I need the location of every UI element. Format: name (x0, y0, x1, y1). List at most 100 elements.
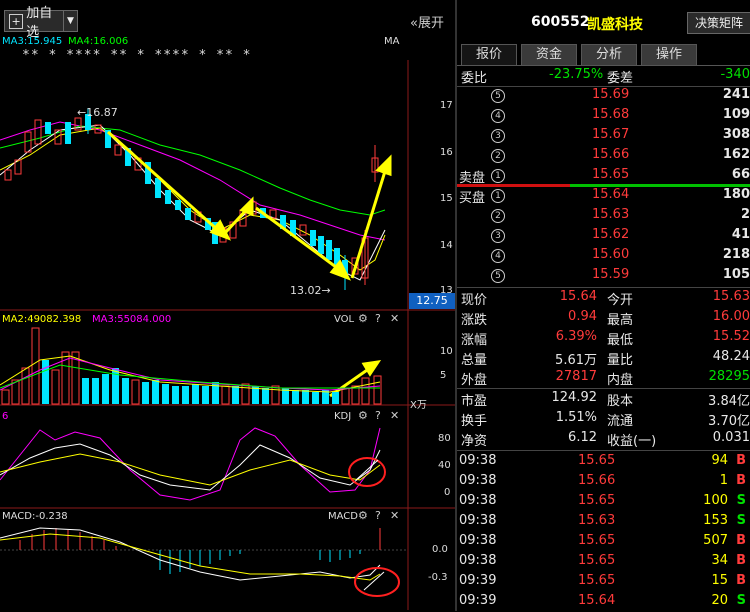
bid-row[interactable]: 4 15.60 218 (457, 246, 750, 266)
close-icon[interactable]: ✕ (390, 312, 399, 325)
tick-price: 15.65 (578, 533, 616, 548)
tab-funds[interactable]: 资金 (521, 44, 577, 66)
kdj-j-line (0, 427, 381, 501)
gear-icon[interactable]: ⚙ (358, 312, 368, 325)
bid-price: 15.63 (592, 207, 630, 222)
volume-bars (1, 327, 382, 405)
trade-tick-row: 09:38 15.65 94 B (457, 452, 750, 472)
expand-label: 展开 (417, 16, 444, 31)
close-icon[interactable]: ✕ (390, 409, 399, 422)
tick-time: 09:39 (459, 573, 497, 588)
level-circle-icon: 2 (491, 149, 505, 163)
tick-volume: 34 (711, 553, 728, 568)
ask-row[interactable]: 3 15.67 308 (457, 126, 750, 146)
vol-ma2-line (0, 355, 381, 393)
price-tick: 17 (440, 100, 453, 111)
stat-label: 收益(一) (607, 434, 657, 449)
stock-code: 600552 (531, 14, 590, 30)
kline-chart-svg (0, 60, 455, 610)
tick-side: B (736, 473, 746, 488)
kdj-tick: 80 (438, 433, 451, 444)
add-watchlist-button[interactable]: + 加自选 ▼ (4, 6, 78, 40)
tab-analysis[interactable]: 分析 (581, 44, 637, 66)
ask-row[interactable]: 5 15.69 241 (457, 86, 750, 106)
kdj-k-line (0, 443, 381, 491)
tick-price: 15.65 (578, 553, 616, 568)
ask-volume: 162 (722, 147, 750, 162)
stat-label: 换手 (461, 414, 488, 429)
tick-price: 15.65 (578, 453, 616, 468)
stat-row: 总量 5.61万 量比 48.24 (457, 348, 750, 368)
vol-ma3-line (0, 357, 381, 391)
high-price-note: ←16.87 (77, 106, 118, 119)
close-icon[interactable]: ✕ (390, 509, 399, 522)
stat-value: 27817 (555, 369, 597, 384)
kdj-value-label: 6 (2, 411, 9, 422)
quote-panel: 600552 凯盛科技 决策矩阵 报价 资金 分析 操作 委比 -23.75% … (457, 0, 750, 611)
vol-indicator-name[interactable]: VOL (334, 314, 354, 325)
ask-price: 15.68 (592, 107, 630, 122)
bid-row[interactable]: 2 15.63 2 (457, 206, 750, 226)
stat-value: 16.00 (712, 309, 750, 324)
vol-ma2-label: MA2:49082.398 (2, 314, 82, 325)
ask-volume: 241 (722, 87, 750, 102)
help-icon[interactable]: ? (375, 509, 381, 522)
bid-row[interactable]: 5 15.59 105 (457, 266, 750, 286)
ask-row[interactable]: 4 15.68 109 (457, 106, 750, 126)
decision-matrix-button[interactable]: 决策矩阵 (687, 12, 750, 34)
stat-label: 涨跌 (461, 313, 488, 328)
stat-label: 最低 (607, 333, 634, 348)
stat-value: 6.12 (568, 430, 597, 445)
tick-time: 09:38 (459, 553, 497, 568)
stat-value: 124.92 (551, 390, 598, 405)
current-price-tag: 12.75 (409, 293, 455, 309)
macd-indicator-name[interactable]: MACD (328, 511, 358, 522)
level-circle-icon: 4 (491, 109, 505, 123)
gear-icon[interactable]: ⚙ (358, 409, 368, 422)
kdj-indicator-name[interactable]: KDJ (334, 411, 351, 422)
stat-value: 3.70亿 (708, 414, 750, 429)
bid-volume: 105 (722, 267, 750, 282)
tab-quote[interactable]: 报价 (461, 44, 517, 66)
macd-highlight-circle (354, 567, 400, 597)
divider (457, 450, 750, 451)
trade-tick-row: 09:39 15.64 20 S (457, 592, 750, 612)
kdj-tick: 0 (444, 487, 451, 498)
double-chevron-left-icon: « (410, 16, 418, 31)
kdj-tick: 40 (438, 460, 451, 471)
bid-row[interactable]: 1 15.64 180 (457, 186, 750, 206)
bid-volume: 218 (722, 247, 750, 262)
plus-icon: + (9, 13, 24, 29)
chart-area[interactable]: + 加自选 ▼ «展开 MA3:15.945 MA4:16.006 MA ** … (0, 0, 455, 611)
trade-tick-row: 09:38 15.65 507 B (457, 532, 750, 552)
help-icon[interactable]: ? (375, 312, 381, 325)
tick-side: B (736, 453, 746, 468)
add-watchlist-label: 加自选 (26, 6, 53, 40)
chevron-down-icon[interactable]: ▼ (62, 11, 77, 31)
trade-tick-row: 09:38 15.66 1 B (457, 472, 750, 492)
help-icon[interactable]: ? (375, 409, 381, 422)
stat-value: 3.84亿 (708, 394, 750, 409)
bid-row[interactable]: 3 15.62 41 (457, 226, 750, 246)
stat-label: 总量 (461, 353, 488, 368)
macd-histogram (19, 528, 381, 574)
ma-toggle[interactable]: MA (384, 36, 399, 47)
tick-price: 15.65 (578, 493, 616, 508)
tab-operation[interactable]: 操作 (641, 44, 697, 66)
gear-icon[interactable]: ⚙ (358, 509, 368, 522)
stat-value: 0.94 (568, 309, 597, 324)
ask-price: 15.69 (592, 87, 630, 102)
candles (4, 108, 379, 290)
ask-price: 15.66 (592, 147, 630, 162)
stat-row: 外盘 27817 内盘 28295 (457, 368, 750, 388)
macd-tick: 0.0 (432, 544, 448, 555)
stat-value: 6.39% (555, 329, 597, 344)
ask-row[interactable]: 2 15.66 162 (457, 146, 750, 166)
bid-price: 15.59 (592, 267, 630, 282)
stat-label: 涨幅 (461, 333, 488, 348)
vol-tick: 5 (440, 370, 447, 381)
ask-row[interactable]: 1 15.65 66 (457, 166, 750, 186)
expand-button[interactable]: «展开 (410, 12, 444, 31)
ask-volume: 308 (722, 127, 750, 142)
macd-tick: -0.3 (428, 572, 448, 583)
